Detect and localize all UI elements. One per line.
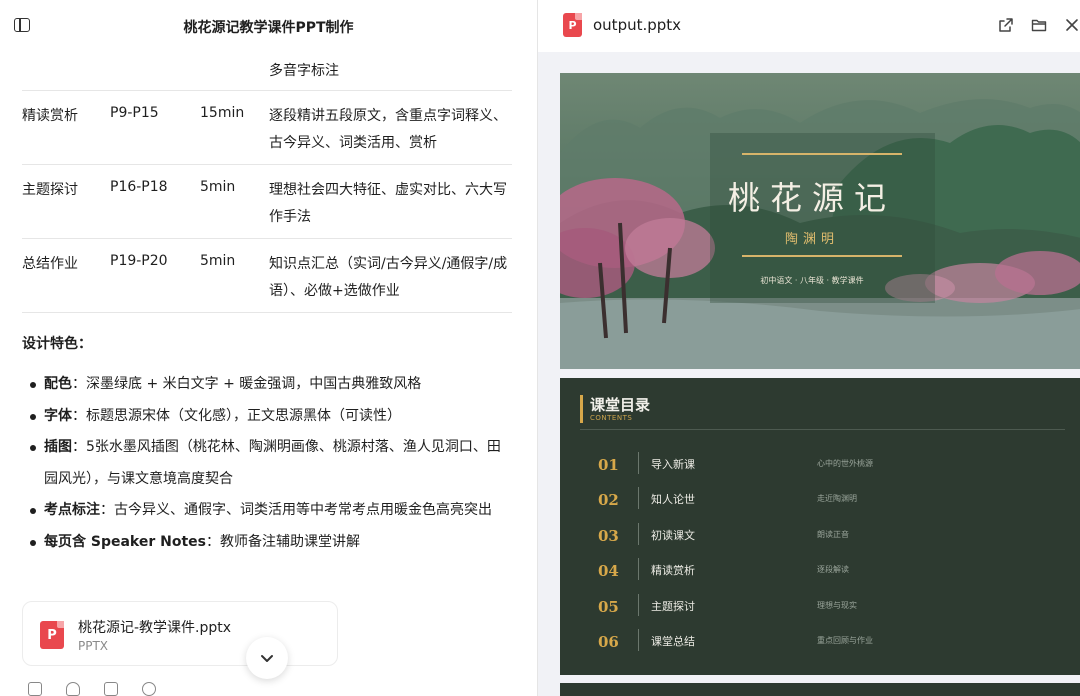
table-cell-section: 总结作业: [22, 256, 78, 272]
slide-author: 陶渊明: [784, 232, 839, 247]
feature-label: 配色: [44, 376, 72, 392]
toc-item: 04 精读赏析 逐段解读: [560, 556, 1080, 592]
toc-item: 05 主题探讨 理想与现实: [560, 592, 1080, 628]
divider: [638, 594, 639, 616]
divider: [638, 487, 639, 509]
toc-number: 02: [598, 491, 619, 509]
copy-icon[interactable]: [28, 682, 42, 696]
feature-label: 考点标注: [44, 502, 100, 518]
table-cell-content: 知识点汇总（实词/古今异义/通假字/成语）、必做+选做作业: [269, 256, 508, 299]
lesson-plan-table: 多音字标注 精读赏析 P9-P15 15min 逐段精讲五段原文，含重点字词释义…: [22, 52, 512, 313]
slide-thumbnail-cover[interactable]: 桃花源记 陶渊明 初中语文 · 八年级 · 教学课件: [560, 73, 1080, 369]
toc-name: 导入新课: [651, 458, 695, 471]
list-item: 配色：深墨绿底 + 米白文字 + 暖金强调，中国古典雅致风格: [30, 369, 510, 401]
thumbs-up-icon[interactable]: [66, 682, 80, 696]
table-cell-content: 逐段精讲五段原文，含重点字词释义、古今异义、词类活用、赏析: [269, 108, 507, 151]
toc-name: 主题探讨: [651, 600, 695, 613]
table-row: 总结作业 P19-P20 5min 知识点汇总（实词/古今异义/通假字/成语）、…: [22, 239, 512, 313]
toc-description: 走近陶渊明: [817, 494, 857, 503]
list-item: 每页含 Speaker Notes：教师备注辅助课堂讲解: [30, 527, 510, 559]
slide-title: 课堂目录: [590, 396, 651, 414]
feature-label: 插图: [44, 439, 72, 455]
list-item: 字体：标题思源宋体（文化感），正文思源黑体（可读性）: [30, 401, 510, 433]
decorative-line: [742, 153, 902, 155]
chevron-down-icon: [261, 655, 273, 662]
divider: [638, 558, 639, 580]
list-item: 考点标注：古今异义、通假字、词类活用等中考常考点用暖金色高亮突出: [30, 495, 510, 527]
toc-description: 理想与现实: [817, 601, 857, 610]
toc-name: 课堂总结: [651, 635, 695, 648]
preview-header: P output.pptx: [538, 0, 1080, 52]
toc-number: 03: [598, 527, 619, 545]
slide-subtitle: CONTENTS: [590, 414, 633, 422]
toc-item: 02 知人论世 走近陶渊明: [560, 485, 1080, 521]
table-cell-section: 主题探讨: [22, 182, 78, 198]
toc-number: 04: [598, 562, 619, 580]
toc-name: 初读课文: [651, 529, 695, 542]
divider: [638, 452, 639, 474]
toc-number: 01: [598, 456, 619, 474]
toc-description: 重点回顾与作业: [817, 636, 873, 645]
preview-file-name: output.pptx: [593, 16, 682, 34]
feature-text: ：教师备注辅助课堂讲解: [205, 533, 360, 550]
table-cell-time: 5min: [200, 179, 236, 195]
accent-bar: [580, 395, 583, 423]
list-item: 插图：5张水墨风插图（桃花林、陶渊明画像、桃源村落、渔人见洞口、田园风光），与课…: [30, 432, 510, 495]
chat-title: 桃花源记教学课件PPT制作: [183, 20, 354, 36]
landscape-illustration: [560, 99, 1080, 369]
toc-name: 知人论世: [651, 493, 695, 506]
slide-subtitle: 初中语文 · 八年级 · 教学课件: [760, 276, 864, 285]
slide-thumbnail-contents[interactable]: 课堂目录 CONTENTS 01 导入新课 心中的世外桃源 02 知人论世 走近…: [560, 378, 1080, 675]
attachment-card[interactable]: P 桃花源记-教学课件.pptx PPTX: [22, 601, 338, 666]
toc-number: 06: [598, 633, 619, 651]
toc-item: 06 课堂总结 重点回顾与作业: [560, 627, 1080, 663]
feature-label: 每页含 Speaker Notes: [44, 533, 206, 550]
table-cell-pages: P9-P15: [110, 105, 159, 121]
share-icon[interactable]: [142, 682, 156, 696]
feature-text: ：标题思源宋体（文化感），正文思源黑体（可读性）: [72, 407, 401, 424]
toc-description: 逐段解读: [817, 565, 849, 574]
design-features-heading: 设计特色：: [22, 336, 92, 352]
toc-number: 05: [598, 598, 619, 616]
pptx-file-icon: P: [563, 13, 582, 37]
export-icon[interactable]: [104, 682, 118, 696]
toc-description: 心中的世外桃源: [817, 459, 873, 468]
feature-text: ：古今异义、通假字、词类活用等中考常考点用暖金色高亮突出: [100, 502, 492, 518]
attachment-file-type: PPTX: [78, 639, 109, 653]
toc-description: 朗读正音: [817, 530, 849, 539]
folder-icon[interactable]: [1031, 17, 1047, 33]
table-row: 精读赏析 P9-P15 15min 逐段精讲五段原文，含重点字词释义、古今异义、…: [22, 91, 512, 165]
close-icon[interactable]: [1064, 17, 1080, 33]
toc-item: 03 初读课文 朗读正音: [560, 521, 1080, 557]
chat-header: 桃花源记教学课件PPT制作: [0, 0, 537, 52]
feature-label: 字体: [44, 407, 72, 424]
attachment-file-name: 桃花源记-教学课件.pptx: [78, 620, 232, 636]
chat-pane: 桃花源记教学课件PPT制作 多音字标注 精读赏析 P9-P15 15min 逐段…: [0, 0, 537, 696]
message-actions: [28, 682, 168, 696]
decorative-line: [742, 255, 902, 257]
slide-thumbnail-next[interactable]: [560, 683, 1080, 696]
table-cell-time: 5min: [200, 253, 236, 269]
slide-title: 桃花源记: [727, 179, 896, 217]
preview-pane: P output.pptx 桃花源记 陶渊明 初中语文 · 八年级 · 教学课件…: [537, 0, 1080, 696]
divider: [580, 429, 1065, 430]
toc-name: 精读赏析: [651, 564, 695, 577]
pptx-file-icon: P: [40, 621, 64, 649]
divider: [638, 523, 639, 545]
open-external-icon[interactable]: [998, 17, 1014, 33]
table-row: 多音字标注: [22, 52, 512, 91]
feature-text: ：深墨绿底 + 米白文字 + 暖金强调，中国古典雅致风格: [72, 376, 422, 392]
table-cell-pages: P19-P20: [110, 253, 168, 269]
toc-item: 01 导入新课 心中的世外桃源: [560, 450, 1080, 486]
table-cell-time: 15min: [200, 105, 245, 121]
table-cell-section: 精读赏析: [22, 108, 78, 124]
divider: [638, 629, 639, 651]
table-cell-content: 理想社会四大特征、虚实对比、六大写作手法: [269, 182, 507, 225]
design-features-list: 配色：深墨绿底 + 米白文字 + 暖金强调，中国古典雅致风格 字体：标题思源宋体…: [30, 369, 510, 558]
table-cell-content: 多音字标注: [269, 63, 339, 79]
feature-text: ：5张水墨风插图（桃花林、陶渊明画像、桃源村落、渔人见洞口、田园风光），与课文意…: [44, 439, 501, 487]
scroll-to-bottom-button[interactable]: [246, 637, 288, 679]
table-cell-pages: P16-P18: [110, 179, 168, 195]
table-row: 主题探讨 P16-P18 5min 理想社会四大特征、虚实对比、六大写作手法: [22, 165, 512, 239]
